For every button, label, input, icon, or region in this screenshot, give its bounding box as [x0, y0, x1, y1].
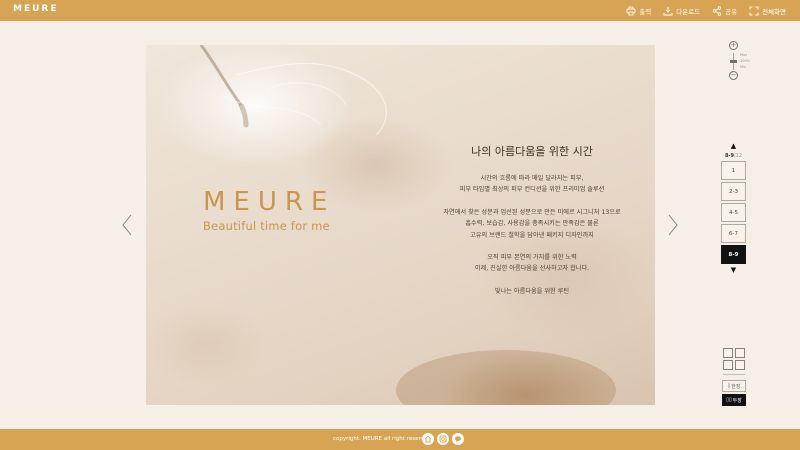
current-page: 8-9: [724, 153, 734, 159]
home-button[interactable]: [422, 433, 434, 445]
next-page-button[interactable]: [667, 214, 679, 236]
copy-paragraph: 자연에서 찾은 성분과 엄선된 성분으로 만든 미에르 시그니처 13으로 흡수…: [421, 207, 643, 241]
chevron-right-icon: [668, 214, 678, 236]
zoom-out-button[interactable]: −: [729, 71, 738, 80]
top-bar: MEURE 출력 다운로드 공유 전체화면: [0, 0, 800, 21]
instagram-button[interactable]: [437, 433, 449, 445]
copy-paragraph: 시간의 흐름에 따라 매일 달라지는 피부, 피부 타입별 최상의 피부 컨디션…: [421, 173, 643, 196]
copy-paragraph: 오직 피부 본연의 가치를 위한 노력 이제, 진실한 아름다움을 선사하고자 …: [421, 252, 643, 275]
copy-line: 자연에서 찾은 성분과 엄선된 성분으로 만든 미에르 시그니처 13으로: [443, 208, 621, 216]
grid-cell: [723, 348, 733, 358]
download-icon: [663, 6, 673, 15]
page-thumb-6-7[interactable]: 6-7: [721, 224, 746, 243]
copy-line: 빛나는 아름다움을 위한 루틴: [494, 287, 570, 295]
share-label: 공유: [725, 7, 738, 16]
grid-view-button[interactable]: [723, 348, 745, 370]
chat-icon: [455, 436, 461, 442]
copy-line: 고유의 브랜드 철학을 담아낸 패키지 디자인까지: [470, 231, 594, 239]
print-label: 출력: [639, 7, 652, 16]
zoom-min-label: Min: [740, 65, 747, 69]
zoom-control: + Max 100% Min −: [727, 40, 757, 82]
prev-page-button[interactable]: [121, 214, 133, 236]
copy-line: 시간의 흐름에 따라 매일 달라지는 피부,: [480, 175, 584, 182]
social-links: [422, 433, 464, 445]
grid-cell: [723, 360, 733, 370]
download-button[interactable]: 다운로드: [663, 6, 700, 16]
share-button[interactable]: 공유: [712, 5, 738, 16]
grid-cell: [735, 348, 745, 358]
total-pages: /12: [734, 153, 743, 159]
copy-line: 흡수력, 보습감, 사용감을 충족시키는 만족감은 물론: [465, 220, 599, 228]
double-page-icon: ▯▯: [726, 397, 732, 403]
home-icon: [424, 435, 432, 443]
intro-copy: 나의 아름다움을 위한 시간 시간의 흐름에 따라 매일 달라지는 피부, 피부…: [421, 143, 643, 308]
download-label: 다운로드: [676, 7, 701, 16]
brand-block: MEURE Beautiful time for me: [203, 187, 335, 233]
copy-line: 피부 타입별 최상의 피부 컨디션을 위한 프리미엄 솔루션: [459, 186, 605, 194]
chevron-left-icon: [122, 214, 132, 236]
brand-name: MEURE: [203, 187, 336, 217]
fullscreen-icon: [749, 6, 759, 15]
copy-line: 오직 피부 본연의 가치를 위한 노력: [487, 254, 577, 262]
copy-paragraph: 빛나는 아름다움을 위한 루틴: [421, 286, 643, 297]
footer-bar: copyright. MEURE all right reserved.: [0, 429, 800, 450]
instagram-icon: [439, 435, 447, 443]
page-indicator: 8-9/12: [721, 153, 746, 159]
brand-tagline: Beautiful time for me: [203, 219, 330, 233]
page-thumb-4-5[interactable]: 4-5: [721, 203, 746, 222]
zoom-max-label: Max: [740, 53, 748, 57]
fullscreen-label: 전체화면: [762, 7, 786, 16]
toolbar: 출력 다운로드 공유 전체화면: [626, 0, 786, 21]
single-page-view-button[interactable]: ▯ 한장: [722, 380, 746, 392]
magazine-spread: MEURE Beautiful time for me 나의 아름다움을 위한 …: [146, 45, 655, 405]
zoom-slider-handle[interactable]: [730, 60, 737, 63]
zoom-in-button[interactable]: +: [729, 41, 738, 50]
print-icon: [626, 6, 636, 15]
zoom-100-label: 100%: [740, 59, 751, 63]
pager-down-button[interactable]: ▼: [721, 266, 746, 274]
chat-button[interactable]: [452, 433, 464, 445]
grid-cell: [735, 360, 745, 370]
header-logo[interactable]: MEURE: [13, 4, 59, 14]
fullscreen-button[interactable]: 전체화면: [749, 6, 786, 16]
copyright-text: copyright. MEURE all right reserved.: [333, 436, 433, 442]
page-navigator: ▲ 8-9/12 1 2-3 4-5 6-7 8-9 ▼: [721, 142, 746, 274]
copy-title: 나의 아름다움을 위한 시간: [471, 145, 593, 158]
print-button[interactable]: 출력: [626, 6, 651, 16]
page-thumb-8-9[interactable]: 8-9: [721, 245, 746, 264]
copy-line: 이제, 진실한 아름다움을 선사하고자 합니다.: [474, 265, 590, 273]
share-icon: [712, 5, 722, 16]
double-page-view-button[interactable]: ▯▯ 두장: [722, 394, 746, 406]
page-thumb-1[interactable]: 1: [721, 161, 746, 180]
single-page-icon: ▯: [727, 383, 731, 389]
page-thumb-2-3[interactable]: 2-3: [721, 182, 746, 201]
divider: [723, 374, 745, 375]
double-page-label: 두장: [732, 397, 742, 404]
single-page-label: 한장: [731, 383, 741, 390]
pager-up-button[interactable]: ▲: [721, 142, 746, 150]
